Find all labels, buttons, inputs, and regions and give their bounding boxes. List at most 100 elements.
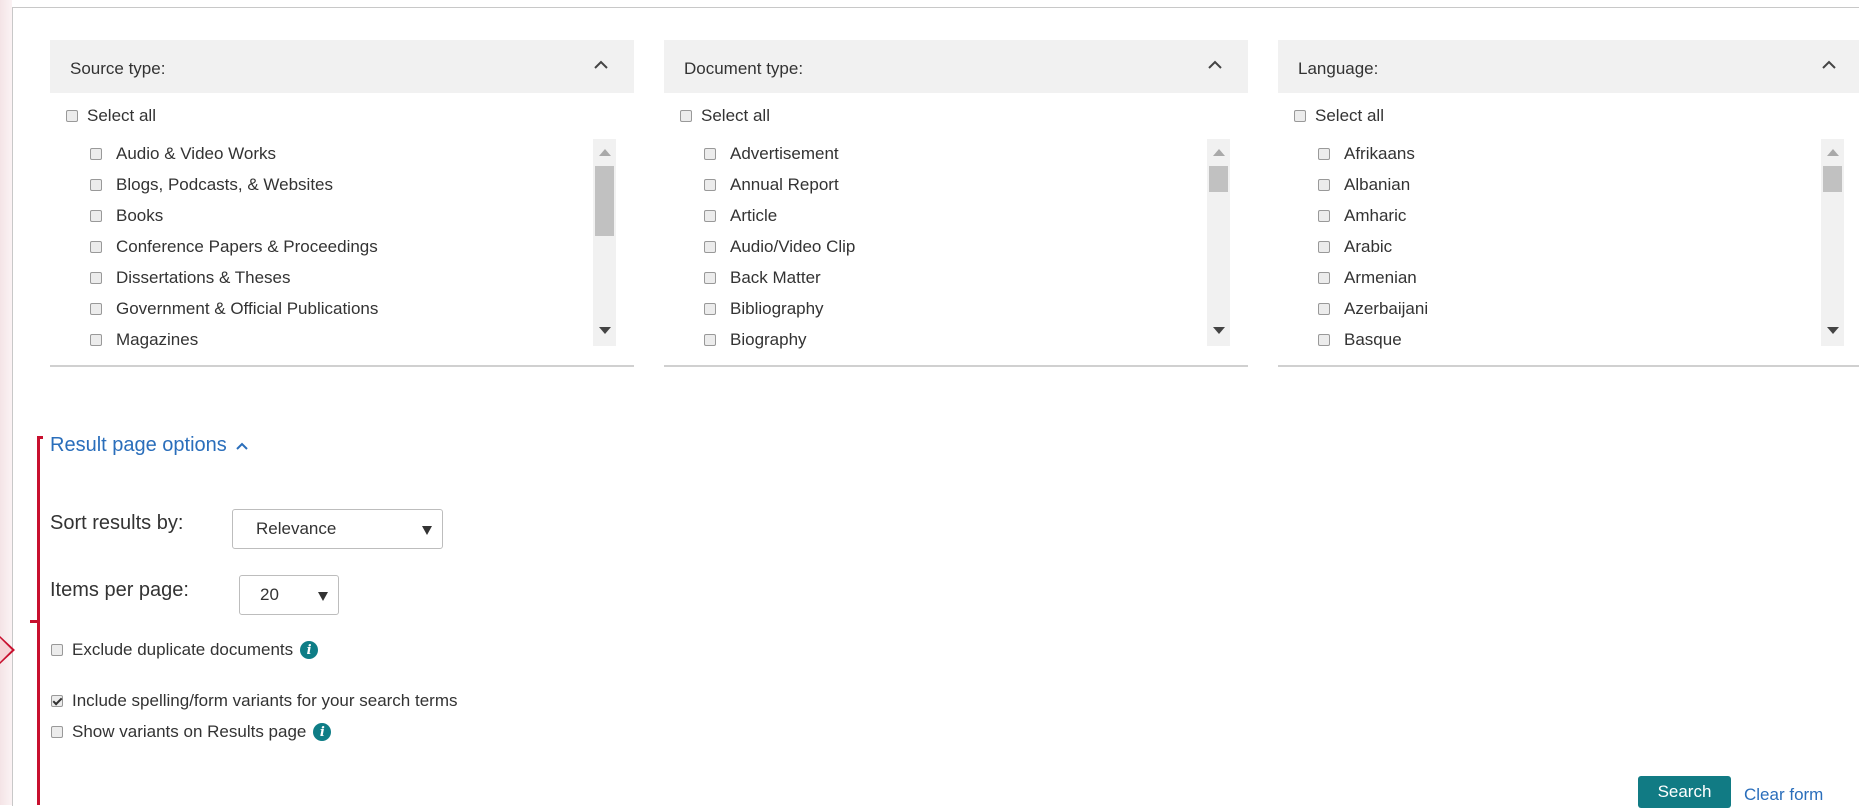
checkbox[interactable] (704, 271, 716, 284)
checkbox[interactable] (1318, 209, 1330, 222)
include-variants-option[interactable]: Include spelling/form variants for your … (51, 691, 458, 711)
list-item[interactable]: Magazines (90, 324, 610, 355)
item-label: Books (116, 205, 164, 225)
checkbox[interactable] (704, 302, 716, 315)
list-item[interactable]: Amharic (1318, 200, 1838, 231)
page-edge (0, 0, 12, 805)
panel-header[interactable]: Document type: (664, 40, 1248, 93)
checkbox[interactable] (90, 209, 102, 222)
item-label: Government & Official Publications (116, 298, 379, 318)
scrollbar[interactable] (1821, 139, 1844, 346)
list-item[interactable]: Afrikaans (1318, 138, 1838, 169)
checkbox[interactable] (66, 110, 78, 122)
scrollbar[interactable] (1207, 139, 1230, 346)
checkbox[interactable] (704, 178, 716, 191)
show-variants-option[interactable]: Show variants on Results page i (51, 722, 332, 742)
list-item[interactable]: Audio/Video Clip (704, 231, 1224, 262)
list-item[interactable]: Government & Official Publications (90, 293, 610, 324)
item-label: Conference Papers & Proceedings (116, 236, 378, 256)
checkbox[interactable] (90, 178, 102, 191)
list-item[interactable]: Bibliography (704, 293, 1224, 324)
checkbox[interactable] (90, 271, 102, 284)
checkbox[interactable] (1318, 333, 1330, 346)
list-item[interactable]: Arabic (1318, 231, 1838, 262)
result-page-options-toggle[interactable]: Result page options (50, 434, 249, 457)
scroll-down-arrow-icon[interactable] (1827, 327, 1839, 334)
panel-title: Source type: (70, 59, 166, 78)
checkbox[interactable] (1318, 178, 1330, 191)
exclude-duplicates-option[interactable]: Exclude duplicate documents i (51, 640, 319, 660)
checkbox[interactable] (1318, 147, 1330, 160)
list-item[interactable]: Blogs, Podcasts, & Websites (90, 169, 610, 200)
checkbox[interactable] (680, 110, 692, 122)
scroll-up-arrow-icon[interactable] (599, 149, 611, 156)
panel-title: Language: (1298, 59, 1379, 78)
select-all-source-type[interactable]: Select all (66, 106, 156, 126)
select-all-label: Select all (701, 106, 770, 125)
item-label: Bibliography (730, 298, 824, 318)
chevron-up-icon[interactable] (1820, 56, 1838, 74)
chevron-up-icon[interactable] (592, 56, 610, 74)
item-label: Afrikaans (1344, 143, 1415, 163)
clear-form-link[interactable]: Clear form (1744, 785, 1823, 805)
list-item[interactable]: Books (90, 200, 610, 231)
select-all-language[interactable]: Select all (1294, 106, 1384, 126)
checkbox[interactable] (704, 240, 716, 253)
list-item[interactable]: Annual Report (704, 169, 1224, 200)
item-label: Albanian (1344, 174, 1411, 194)
select-all-document-type[interactable]: Select all (680, 106, 770, 126)
info-icon[interactable]: i (313, 723, 332, 741)
scroll-down-arrow-icon[interactable] (1213, 327, 1225, 334)
checkbox[interactable] (90, 302, 102, 315)
item-label: Annual Report (730, 174, 839, 194)
info-icon[interactable]: i (300, 641, 319, 659)
list-item[interactable]: Albanian (1318, 169, 1838, 200)
select-all-label: Select all (87, 106, 156, 125)
item-label: Audio & Video Works (116, 143, 277, 163)
checkbox[interactable] (704, 333, 716, 346)
checkbox[interactable] (1294, 110, 1306, 122)
exclude-duplicates-checkbox[interactable] (51, 644, 63, 656)
checkbox[interactable] (704, 209, 716, 222)
checkbox[interactable] (90, 333, 102, 346)
checkbox[interactable] (1318, 302, 1330, 315)
scroll-up-arrow-icon[interactable] (1827, 149, 1839, 156)
checkbox[interactable] (1318, 240, 1330, 253)
list-item[interactable]: Armenian (1318, 262, 1838, 293)
select-all-label: Select all (1315, 106, 1384, 125)
list-item[interactable]: Conference Papers & Proceedings (90, 231, 610, 262)
language-list: Afrikaans Albanian Amharic Arabic Armeni… (1318, 138, 1838, 355)
search-button[interactable]: Search (1638, 776, 1731, 808)
list-item[interactable]: Azerbaijani (1318, 293, 1838, 324)
list-item[interactable]: Basque (1318, 324, 1838, 355)
list-item[interactable]: Biography (704, 324, 1224, 355)
list-item[interactable]: Advertisement (704, 138, 1224, 169)
scroll-up-arrow-icon[interactable] (1213, 149, 1225, 156)
panel-header[interactable]: Language: (1278, 40, 1859, 93)
source-type-list: Audio & Video Works Blogs, Podcasts, & W… (90, 138, 610, 355)
items-per-page-select[interactable]: 20 (239, 575, 339, 615)
panel-header[interactable]: Source type: (50, 40, 634, 93)
checkbox[interactable] (704, 147, 716, 160)
show-variants-checkbox[interactable] (51, 726, 63, 738)
list-item[interactable]: Audio & Video Works (90, 138, 610, 169)
checkbox[interactable] (90, 147, 102, 160)
checkbox[interactable] (1318, 271, 1330, 284)
item-label: Azerbaijani (1344, 298, 1429, 318)
scroll-thumb[interactable] (595, 166, 614, 236)
scroll-thumb[interactable] (1209, 166, 1228, 192)
scroll-down-arrow-icon[interactable] (599, 327, 611, 334)
checkbox[interactable] (90, 240, 102, 253)
chevron-up-icon[interactable] (1206, 56, 1224, 74)
list-item[interactable]: Back Matter (704, 262, 1224, 293)
include-variants-checkbox[interactable] (51, 695, 63, 707)
scroll-thumb[interactable] (1823, 166, 1842, 192)
item-label: Basque (1344, 329, 1402, 349)
list-item[interactable]: Dissertations & Theses (90, 262, 610, 293)
source-type-panel: Source type: Select all Audio & Video Wo… (50, 40, 634, 367)
scrollbar[interactable] (593, 139, 616, 346)
item-label: Arabic (1344, 236, 1393, 256)
sort-results-label: Sort results by: (50, 512, 184, 534)
sort-results-select[interactable]: Relevance (232, 509, 443, 549)
list-item[interactable]: Article (704, 200, 1224, 231)
